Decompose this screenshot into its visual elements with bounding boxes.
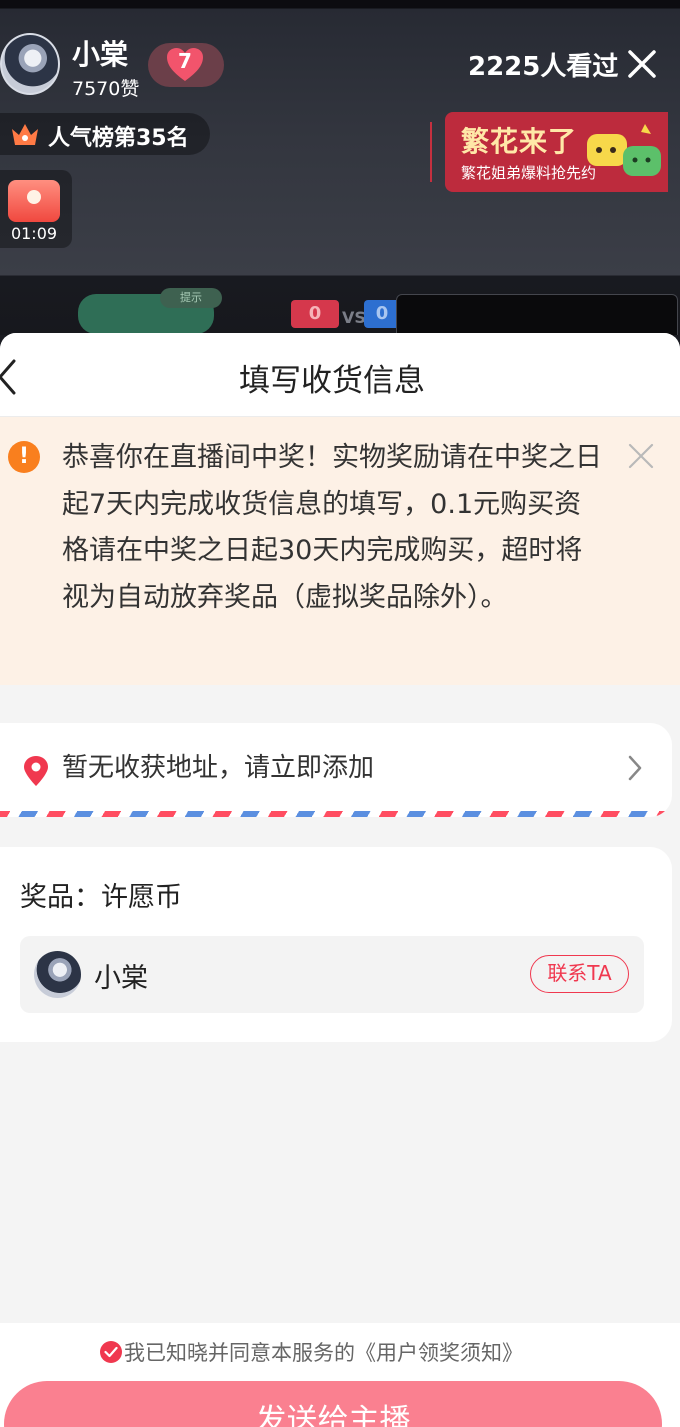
divider — [430, 122, 432, 182]
chevron-right-icon — [626, 753, 644, 783]
host-avatar[interactable] — [0, 33, 60, 95]
pk-mini-window[interactable] — [396, 294, 678, 335]
popularity-rank[interactable]: 人气榜第35名 — [0, 113, 210, 155]
address-placeholder: 暂无收获地址，请立即添加 — [62, 753, 375, 783]
pk-score-right: 0 — [364, 300, 400, 328]
add-address-row[interactable]: 暂无收获地址，请立即添加 — [0, 723, 672, 817]
crown-icon — [10, 121, 40, 147]
send-to-host-button[interactable]: 发送给主播 — [4, 1381, 662, 1427]
promo-banner[interactable]: 繁花来了 繁花姐弟爆料抢先约 — [445, 112, 668, 192]
location-pin-icon — [22, 755, 50, 787]
pk-hint-tag: 提示 — [160, 288, 222, 308]
pk-score-left: 0 — [291, 300, 339, 328]
red-envelope-icon — [8, 180, 60, 222]
viewer-count[interactable]: 2225人看过 — [468, 46, 618, 83]
agreement-text[interactable]: 我已知晓并同意本服务的《用户领奖须知》 — [124, 1337, 523, 1367]
chat-bubbles-icon — [585, 120, 668, 190]
host-likes: 7570赞 — [72, 78, 140, 100]
host-row: 小棠 联系TA — [20, 936, 644, 1013]
page-title: 填写收货信息 — [239, 363, 425, 399]
close-icon[interactable] — [628, 443, 654, 469]
red-packet[interactable]: 01:09 — [0, 170, 72, 248]
prize-notice: ! 恭喜你在直播间中奖！实物奖励请在中奖之日起7天内完成收货信息的填写，0.1元… — [0, 417, 680, 685]
shipping-info-sheet: 填写收货信息 ! 恭喜你在直播间中奖！实物奖励请在中奖之日起7天内完成收货信息的… — [0, 333, 680, 1427]
rank-text: 人气榜第35名 — [48, 126, 189, 151]
fan-club-badge[interactable]: 7 — [148, 43, 224, 87]
pk-battle-strip: 提示 0 VS 0 — [0, 278, 680, 335]
host-name[interactable]: 小棠 — [72, 33, 128, 73]
red-packet-timer: 01:09 — [10, 224, 58, 243]
live-stream-header: 小棠 7570赞 7 2225人看过 人气榜第35名 繁花来了 繁花姐弟爆料抢先… — [0, 0, 680, 335]
prize-card: 奖品：许愿币 小棠 联系TA — [0, 847, 672, 1042]
contact-host-button[interactable]: 联系TA — [530, 955, 629, 993]
fan-level: 7 — [178, 49, 192, 73]
banner-title: 繁花来了 — [461, 125, 578, 158]
checkbox-checked-icon[interactable] — [100, 1341, 122, 1363]
pk-vs-label: VS — [342, 308, 366, 327]
sheet-header: 填写收货信息 — [0, 333, 680, 417]
host-name: 小棠 — [94, 963, 148, 994]
warning-icon: ! — [8, 441, 40, 473]
sheet-footer: 我已知晓并同意本服务的《用户领奖须知》 发送给主播 — [0, 1323, 680, 1427]
prize-label: 奖品：许愿币 — [20, 882, 182, 913]
notice-text: 恭喜你在直播间中奖！实物奖励请在中奖之日起7天内完成收货信息的填写，0.1元购买… — [62, 442, 602, 613]
host-avatar — [34, 951, 81, 998]
close-icon[interactable] — [624, 46, 660, 82]
banner-subtitle: 繁花姐弟爆料抢先约 — [461, 164, 597, 182]
airmail-border — [0, 811, 672, 817]
